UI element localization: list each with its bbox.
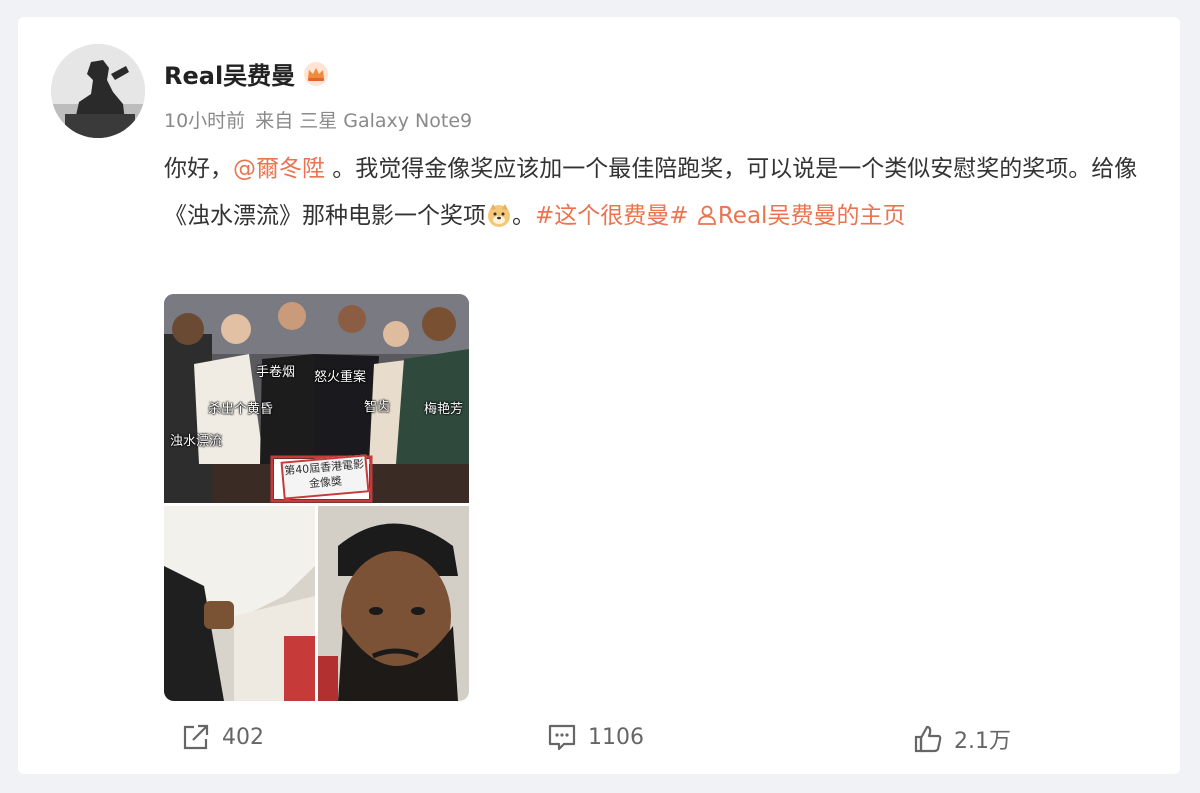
comment-icon [548, 724, 576, 751]
caption-5: 梅艳芳 [424, 402, 464, 417]
doge-emoji-icon [486, 198, 512, 227]
text-part3: 。 [512, 203, 535, 229]
person-icon [696, 196, 718, 225]
repost-button[interactable]: 402 [180, 721, 264, 753]
source-prefix: 来自 [255, 110, 294, 132]
profile-link-text: Real吴费曼的主页 [717, 203, 906, 229]
username[interactable]: Real吴费曼 [164, 56, 329, 91]
text-part1: 你好， [164, 156, 233, 182]
like-count: 2.1万 [954, 729, 1011, 754]
post-card: Real吴费曼 10小时前 来自 三星 Galaxy Note9 你好，@爾冬陞 。… [18, 17, 1180, 774]
post-meta: 10小时前 来自 三星 Galaxy Note9 [164, 106, 482, 133]
cake-text: 第40屆香港電影金像獎 [280, 454, 370, 500]
bottom-right-photo [318, 506, 469, 701]
mention-link[interactable]: @爾冬陞 [233, 156, 325, 182]
caption-4: 智齿 [364, 400, 391, 415]
hashtag-link[interactable]: #这个很费曼# [535, 203, 689, 229]
share-icon [183, 724, 209, 750]
repost-count: 402 [222, 724, 264, 750]
post-text: 你好，@爾冬陞 。我觉得金像奖应该加一个最佳陪跑奖，可以说是一个类似安慰奖的奖项… [164, 146, 1149, 240]
source-device: 三星 Galaxy Note9 [299, 110, 473, 132]
action-bar: 402 1106 2.1万 [18, 717, 1180, 761]
profile-link[interactable]: Real吴费曼的主页 [696, 203, 906, 229]
caption-1: 手卷烟 [256, 365, 296, 380]
comment-count: 1106 [588, 724, 644, 750]
like-button[interactable]: 2.1万 [912, 723, 1011, 755]
comment-button[interactable]: 1106 [546, 721, 644, 753]
caption-6: 浊水漂流 [170, 434, 223, 449]
avatar[interactable] [51, 44, 145, 138]
thumbs-up-icon [914, 725, 942, 753]
post-image[interactable]: 第40屆香港電影金像獎 手卷烟 怒火重案 杀出个黄昏 智齿 梅艳芳 浊水漂流 [164, 294, 469, 701]
crown-icon [303, 61, 329, 87]
username-text[interactable]: Real吴费曼 [164, 56, 295, 91]
caption-3: 杀出个黄昏 [208, 402, 274, 417]
post-time[interactable]: 10小时前 [164, 110, 245, 132]
caption-2: 怒火重案 [314, 370, 367, 385]
bottom-left-photo [164, 506, 315, 701]
avatar-image [51, 44, 145, 138]
